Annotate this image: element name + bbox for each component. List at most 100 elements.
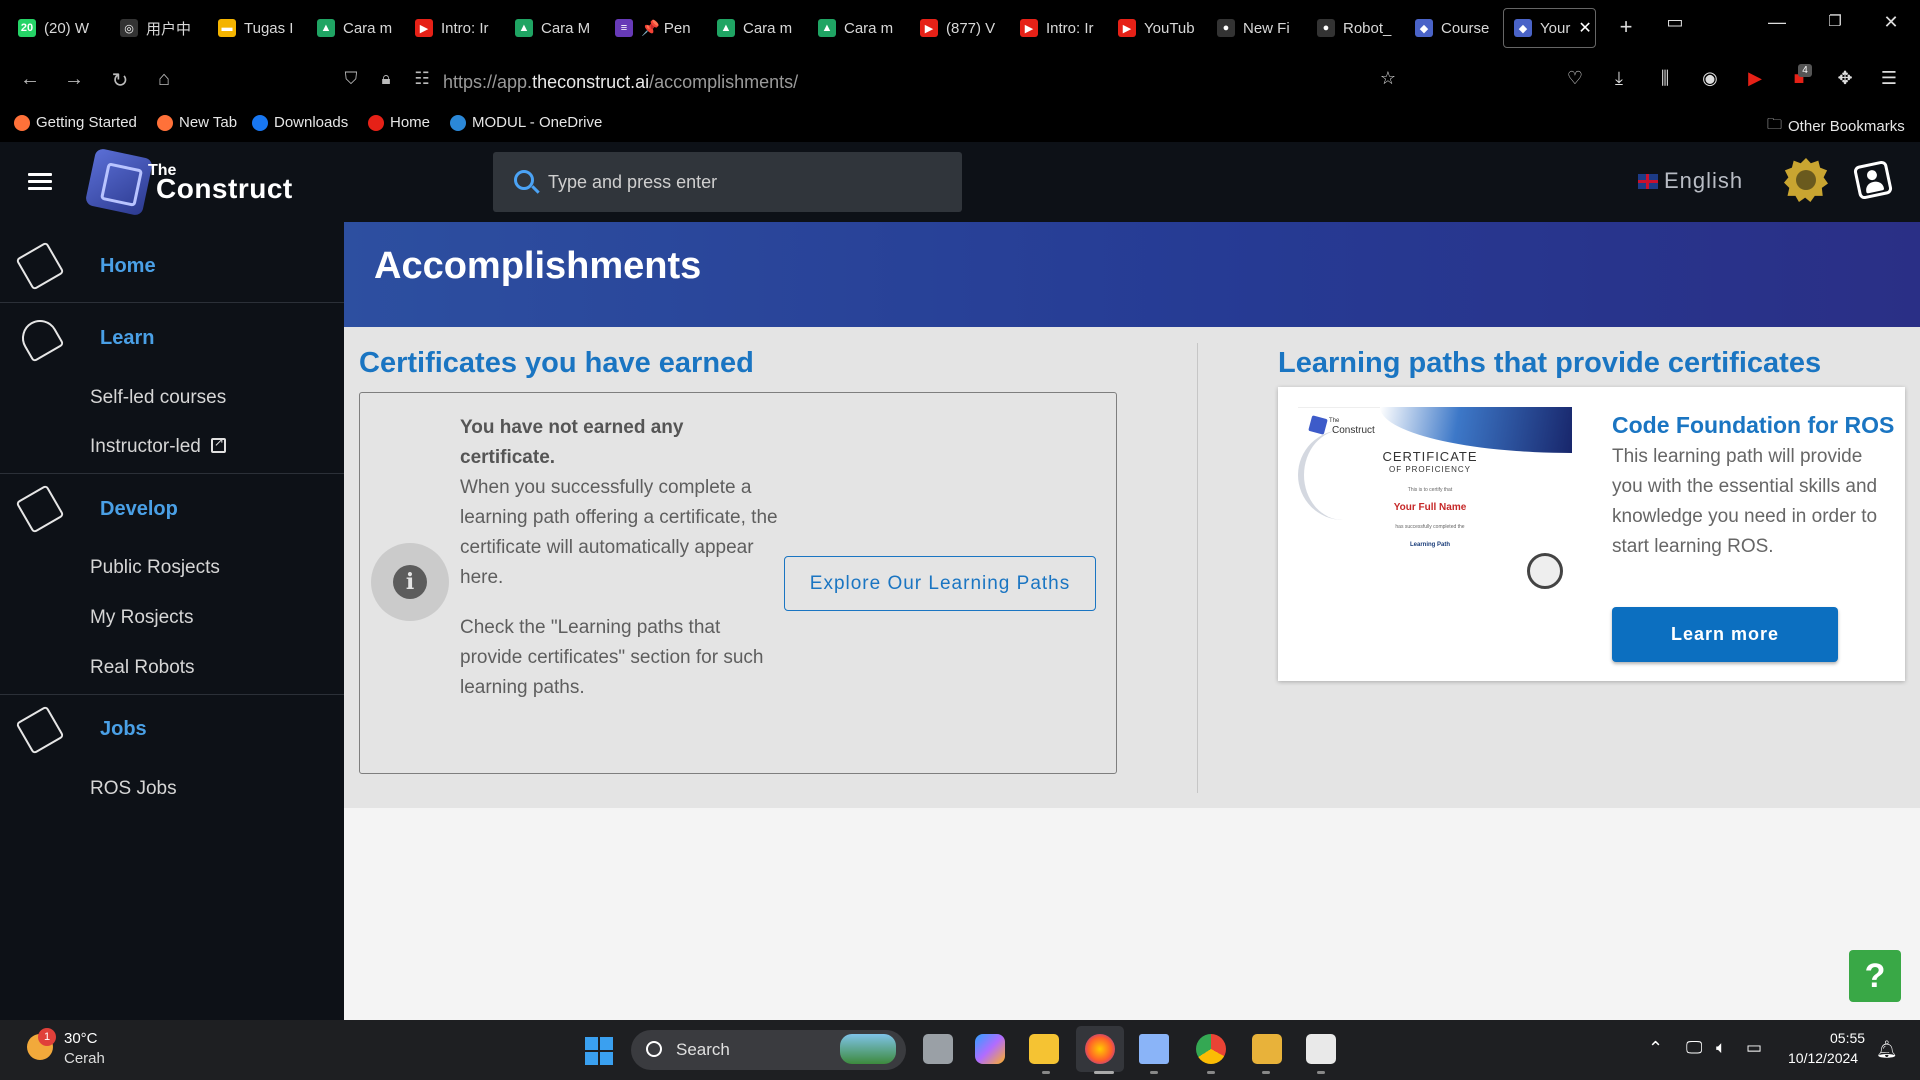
construct-logo-icon[interactable] (84, 147, 154, 217)
chrome-icon[interactable] (1196, 1034, 1226, 1064)
sidebar-item-my-rosjects[interactable]: My Rosjects (90, 607, 193, 629)
browser-tab[interactable]: ▶ YouTub (1108, 8, 1200, 48)
snipping-tool-icon[interactable] (1306, 1034, 1336, 1064)
forward-icon[interactable]: → (60, 68, 88, 91)
new-tab-icon[interactable]: + (1611, 14, 1641, 40)
library-icon[interactable]: ⫼ (1653, 68, 1677, 92)
extensions-icon[interactable]: ✥ (1833, 68, 1857, 92)
browser-tab[interactable]: ● Robot_ (1307, 8, 1397, 48)
battery-icon[interactable]: ▭ (1746, 1038, 1762, 1058)
sidebar-item-jobs[interactable]: Jobs (100, 718, 147, 741)
extension-badge: 4 (1798, 64, 1812, 77)
clock-date[interactable]: 10/12/2024 (1788, 1050, 1858, 1066)
bookmark-item[interactable]: MODUL - OneDrive (450, 114, 602, 131)
drive-icon: ▲ (818, 19, 836, 37)
lock-icon[interactable]: 🔒︎ (372, 69, 400, 89)
permissions-icon[interactable]: ☷ (408, 69, 436, 89)
search-highlight-image (840, 1034, 896, 1064)
browser-tab[interactable]: ▲ Cara m (307, 8, 397, 48)
browser-tab[interactable]: ▶ (877) V (910, 8, 1002, 48)
photo-editor-icon[interactable] (1252, 1034, 1282, 1064)
home-icon[interactable]: ⌂ (150, 68, 178, 91)
drive-icon: ▲ (317, 19, 335, 37)
network-icon[interactable]: 🖵 (1686, 1038, 1702, 1058)
file-explorer-icon[interactable] (1029, 1034, 1059, 1064)
profile-icon[interactable] (1852, 159, 1894, 201)
hamburger-menu-icon[interactable] (28, 173, 52, 191)
drive-icon: ▲ (515, 19, 533, 37)
running-indicator (1207, 1071, 1215, 1074)
reload-icon[interactable]: ↻ (106, 68, 134, 93)
folder-icon: 🗀 (1767, 116, 1783, 133)
explore-learning-paths-button[interactable]: Explore Our Learning Paths (784, 556, 1096, 611)
language-selector[interactable]: English (1638, 168, 1743, 194)
shield-icon[interactable]: ⛉ (337, 69, 365, 89)
browser-tab[interactable]: ≡ 📌 Pen (605, 8, 699, 48)
bookmark-star-icon[interactable]: ☆ (1376, 68, 1400, 92)
browser-tab[interactable]: ▲ Cara m (707, 8, 800, 48)
tab-label: Robot_ (1343, 19, 1392, 37)
sidebar-item-public-rosjects[interactable]: Public Rosjects (90, 557, 220, 579)
bookmark-item[interactable]: Downloads (252, 114, 348, 131)
openai-icon: ◎ (120, 19, 138, 37)
pocket-icon[interactable]: ♡ (1563, 68, 1587, 92)
close-tab-icon[interactable]: ✕ (1578, 18, 1591, 38)
learning-path-title[interactable]: Code Foundation for ROS (1612, 412, 1894, 439)
tab-active[interactable]: ◆ Your ✕ (1503, 8, 1596, 48)
youtube-icon: ▶ (920, 19, 938, 37)
help-button[interactable]: ? (1849, 950, 1901, 1002)
browser-tab[interactable]: ▶ Intro: Ir (1010, 8, 1100, 48)
close-window-icon[interactable]: ✕ (1876, 12, 1906, 33)
certificate-seal-icon (1527, 553, 1563, 589)
sidebar-item-instructor-led[interactable]: Instructor-led (90, 435, 226, 458)
bookmark-label: Getting Started (36, 114, 137, 131)
tab-label: YouTub (1144, 19, 1195, 37)
volume-icon[interactable]: 🔈︎ (1716, 1038, 1726, 1058)
back-icon[interactable]: ← (16, 68, 44, 91)
youtube-extension-icon[interactable]: ▶ (1743, 68, 1767, 92)
other-bookmarks[interactable]: 🗀 Other Bookmarks (1767, 114, 1905, 139)
minimize-icon[interactable]: — (1762, 12, 1792, 33)
browser-tab[interactable]: ▲ Cara m (808, 8, 902, 48)
menu-icon[interactable]: ☰ (1877, 68, 1901, 92)
clock-time[interactable]: 05:55 (1830, 1030, 1865, 1046)
browser-tab[interactable]: ● New Fi (1207, 8, 1299, 48)
browser-tab[interactable]: ◎ 用户中 (110, 8, 200, 48)
tab-overview-icon[interactable]: ▭ (1660, 12, 1690, 33)
restore-icon[interactable]: ❐ (1820, 12, 1850, 30)
bookmark-item[interactable]: New Tab (157, 114, 237, 131)
tab-label: Your (1540, 19, 1571, 37)
task-view-icon[interactable] (923, 1034, 953, 1064)
learning-paths-heading: Learning paths that provide certificates (1278, 347, 1822, 379)
sidebar-item-home[interactable]: Home (100, 255, 156, 278)
windows-start-icon[interactable] (585, 1037, 613, 1065)
bookmark-item[interactable]: Getting Started (14, 114, 137, 131)
certificate-certify-text: This is to certify that (1407, 487, 1453, 493)
virtualbox-icon[interactable] (1139, 1034, 1169, 1064)
browser-tab[interactable]: ▬ Tugas I (208, 8, 298, 48)
account-icon[interactable]: ◉ (1698, 68, 1722, 92)
learning-path-description: This learning path will provide you with… (1612, 446, 1878, 557)
notification-bell-icon[interactable]: 🔔︎ (1876, 1040, 1898, 1060)
browser-tab[interactable]: ▶ Intro: Ir (405, 8, 497, 48)
search-input[interactable] (548, 168, 948, 196)
browser-tab[interactable]: 20 (20) W (8, 8, 102, 48)
sidebar-item-self-led-courses[interactable]: Self-led courses (90, 387, 226, 409)
copilot-icon[interactable] (975, 1034, 1005, 1064)
tray-chevron-icon[interactable]: ⌃ (1648, 1038, 1663, 1059)
download-icon[interactable]: ⤓ (1607, 68, 1631, 92)
sidebar-item-learn[interactable]: Learn (100, 327, 154, 350)
sidebar-item-ros-jobs[interactable]: ROS Jobs (90, 778, 177, 800)
address-bar[interactable]: https://app.theconstruct.ai/accomplishme… (443, 72, 798, 93)
sidebar-item-develop[interactable]: Develop (100, 498, 178, 521)
learn-more-button[interactable]: Learn more (1612, 607, 1838, 662)
check-learning-paths-text: Check the "Learning paths that provide c… (460, 617, 764, 698)
browser-tab[interactable]: ◆ Course (1405, 8, 1499, 48)
bookmark-item[interactable]: Home (368, 114, 430, 131)
bookmark-icon (252, 114, 268, 131)
browser-tab[interactable]: ▲ Cara M (505, 8, 597, 48)
sidebar-item-real-robots[interactable]: Real Robots (90, 657, 195, 679)
tab-label: Tugas I (244, 19, 294, 37)
firefox-icon[interactable] (1085, 1034, 1115, 1064)
windows-taskbar (0, 1020, 1920, 1080)
